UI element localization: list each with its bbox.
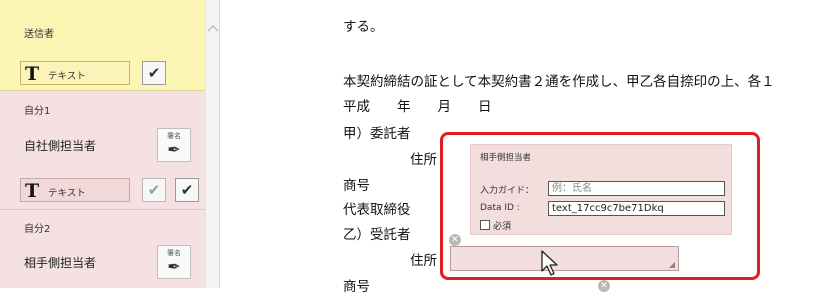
self1-checkbox-tool-dim[interactable]: ✔ (142, 178, 166, 202)
sender-title: 送信者 (24, 29, 54, 40)
highlight-annotation (440, 132, 760, 280)
self2-section: 自分2 相手側担当者 署名 ✒ (0, 210, 205, 288)
mouse-cursor-icon (541, 250, 558, 276)
doc-line: 甲）委託者 (343, 126, 411, 142)
self1-role-label: 自社側担当者 (24, 139, 97, 153)
sender-text-field-tool[interactable]: T テキスト (20, 61, 130, 85)
doc-line: 乙）受託者 (343, 227, 411, 243)
doc-line: 商号 (343, 279, 370, 295)
sidebar-scrollbar[interactable] (205, 0, 220, 288)
text-icon: T (25, 63, 40, 85)
self1-text-field-tool[interactable]: T テキスト (20, 178, 130, 202)
doc-line: 本契約締結の証として本契約書２通を作成し、甲乙各自捺印の上、各１ (343, 74, 775, 90)
doc-line: 住所 (410, 253, 437, 269)
text-icon: T (25, 180, 40, 202)
pen-icon: ✒ (167, 257, 181, 276)
self1-signature-tool[interactable]: 署名 ✒ (157, 128, 191, 162)
text-field-label: テキスト (48, 188, 86, 199)
doc-line: 平成 年 月 日 (343, 99, 492, 115)
sidebar: 送信者 T テキスト ✔ 自分1 自社側担当者 署名 ✒ T テキスト ✔ ✔ … (0, 0, 205, 288)
chevron-up-icon[interactable] (207, 24, 219, 32)
self2-signature-tool[interactable]: 署名 ✒ (157, 245, 191, 279)
doc-line: する。 (343, 19, 384, 35)
self2-role-label: 相手側担当者 (24, 256, 97, 270)
sender-section: 送信者 T テキスト ✔ (0, 0, 205, 91)
self1-section: 自分1 自社側担当者 署名 ✒ T テキスト ✔ ✔ (0, 91, 205, 210)
close-icon[interactable]: ✕ (598, 280, 610, 292)
doc-line: 代表取締役 (343, 202, 411, 218)
sender-checkbox-tool[interactable]: ✔ (142, 61, 166, 85)
self1-checkbox-tool[interactable]: ✔ (175, 178, 199, 202)
self1-title: 自分1 (24, 106, 51, 117)
pen-icon: ✒ (167, 140, 181, 159)
text-field-label: テキスト (48, 71, 86, 82)
self2-title: 自分2 (24, 224, 51, 235)
doc-line: 商号 (343, 178, 370, 194)
doc-line: 住所 (410, 152, 437, 168)
